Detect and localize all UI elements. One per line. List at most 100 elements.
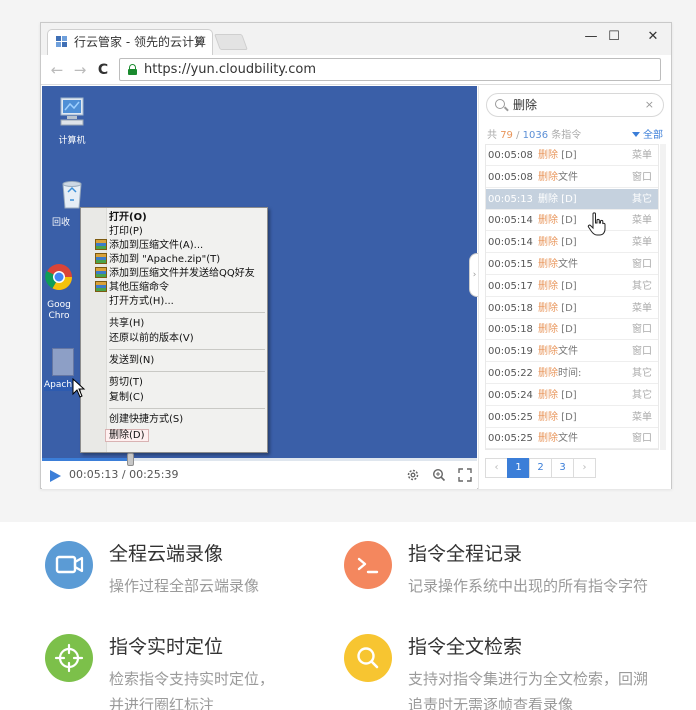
- result-scrollbar[interactable]: [660, 144, 666, 450]
- result-command-rest: [D]: [558, 237, 577, 249]
- result-row[interactable]: 00:05:18 删除 [D] 菜单: [486, 298, 658, 319]
- result-command: 删除 [D]: [538, 407, 577, 428]
- feature-icon-circle: [45, 634, 93, 682]
- terminal-icon: [357, 557, 379, 574]
- result-row[interactable]: 00:05:25 删除 [D] 菜单: [486, 407, 658, 428]
- result-row[interactable]: 00:05:24 删除 [D] 其它: [486, 385, 658, 406]
- result-time: 00:05:17: [488, 280, 533, 292]
- result-row[interactable]: 00:05:22 删除时间: 其它: [486, 363, 658, 384]
- search-input[interactable]: 删除 ×: [486, 93, 664, 117]
- page-button-3[interactable]: 3: [551, 458, 574, 478]
- menu-separator: [109, 371, 265, 372]
- back-button[interactable]: ←: [47, 60, 67, 80]
- desktop-icon-computer[interactable]: 计算机: [46, 96, 98, 147]
- computer-icon: [60, 97, 84, 126]
- menu-item-copy[interactable]: 复制(C): [109, 391, 144, 405]
- play-icon[interactable]: [50, 470, 61, 482]
- zoom-icon[interactable]: [432, 468, 446, 482]
- result-command: 删除 [D]: [538, 189, 577, 210]
- result-row[interactable]: 00:05:08 删除 [D] 菜单: [486, 145, 658, 166]
- winrar-icon: [95, 267, 107, 278]
- progress-track[interactable]: [42, 453, 477, 466]
- filter-dropdown[interactable]: 全部: [632, 126, 663, 141]
- result-keyword: 删除: [538, 259, 558, 270]
- result-category: 其它: [632, 193, 652, 205]
- forward-button[interactable]: →: [70, 60, 90, 80]
- result-keyword: 删除: [538, 193, 558, 205]
- result-row[interactable]: 00:05:13 删除 [D] 其它: [486, 188, 658, 210]
- page-button-1[interactable]: 1: [507, 458, 530, 478]
- close-button[interactable]: ✕: [635, 25, 671, 49]
- search-query: 删除: [513, 98, 538, 112]
- result-command: 删除文件: [538, 167, 578, 188]
- fullscreen-icon[interactable]: [458, 468, 472, 482]
- result-row[interactable]: 00:05:08 删除文件 窗口: [486, 167, 658, 188]
- menu-item-cut[interactable]: 剪切(T): [109, 376, 143, 390]
- result-keyword: 删除: [538, 302, 558, 314]
- page-prev-button[interactable]: ‹: [485, 458, 508, 478]
- reload-button[interactable]: C: [93, 60, 113, 80]
- result-row[interactable]: 00:05:19 删除文件 窗口: [486, 341, 658, 363]
- feature-title: 全程云端录像: [109, 543, 224, 565]
- playback-bar: 00:05:13 / 00:25:39: [42, 453, 477, 489]
- menu-item-add-send-qq[interactable]: 添加到压缩文件并发送给QQ好友: [95, 267, 255, 281]
- feature-title: 指令全程记录: [408, 543, 523, 565]
- result-row[interactable]: 00:05:25 删除文件 窗口: [486, 428, 658, 449]
- result-command: 删除 [D]: [538, 232, 577, 253]
- result-category: 窗口: [632, 324, 652, 336]
- result-keyword: 删除: [538, 389, 558, 401]
- menu-item-open[interactable]: 打开(O): [109, 211, 147, 225]
- result-row[interactable]: 00:05:14 删除 [D] 菜单: [486, 210, 658, 232]
- hand-pointer-icon: [587, 212, 606, 236]
- menu-item-add-zip[interactable]: 添加到 "Apache.zip"(T): [95, 253, 220, 267]
- result-category: 菜单: [632, 215, 652, 227]
- result-command-rest: [D]: [558, 280, 577, 292]
- menu-item-add-archive[interactable]: 添加到压缩文件(A)...: [95, 239, 203, 253]
- desktop-icon-label: Goog Chro: [47, 300, 71, 321]
- menu-item-print[interactable]: 打印(P): [109, 225, 143, 239]
- mouse-pointer-icon: [72, 378, 86, 398]
- search-icon: [495, 99, 505, 109]
- result-keyword: 删除: [538, 215, 558, 227]
- feature-description: 操作过程全部云端录像: [109, 577, 260, 595]
- result-time: 00:05:15: [488, 259, 533, 270]
- menu-separator: [109, 349, 265, 350]
- crosshair-icon: [54, 643, 84, 673]
- desktop-icon-label: 计算机: [58, 136, 86, 146]
- result-command-rest: [D]: [558, 302, 577, 314]
- result-time: 00:05:18: [488, 324, 533, 336]
- video-icon: [55, 555, 84, 574]
- settings-icon[interactable]: [406, 468, 420, 482]
- filter-icon: [632, 132, 640, 137]
- result-command-rest: 文件: [558, 346, 578, 358]
- result-category: 菜单: [632, 411, 652, 423]
- browser-tab[interactable]: 行云管家 - 领先的云计算 ×: [47, 29, 213, 55]
- menu-item-send-to[interactable]: 发送到(N): [109, 354, 154, 368]
- result-command-rest: [D]: [558, 193, 577, 205]
- desktop-icon-chrome[interactable]: Goog Chro: [42, 262, 76, 322]
- result-row[interactable]: 00:05:15 删除文件 窗口: [486, 254, 658, 275]
- menu-item-open-with[interactable]: 打开方式(H)...: [109, 295, 174, 309]
- menu-item-create-shortcut[interactable]: 创建快捷方式(S): [109, 413, 183, 427]
- menu-item-other-compress[interactable]: 其他压缩命令: [95, 281, 169, 295]
- progress-handle[interactable]: [127, 453, 135, 466]
- recycle-bin-icon: [62, 181, 82, 209]
- menu-item-share[interactable]: 共享(H): [109, 317, 144, 331]
- tab-title: 行云管家 - 领先的云计算: [74, 35, 206, 49]
- url-input[interactable]: https://yun.cloudbility.com: [119, 58, 661, 81]
- page-button-2[interactable]: 2: [529, 458, 552, 478]
- cloudbility-logo-icon: [56, 36, 69, 49]
- page-next-button[interactable]: ›: [573, 458, 596, 478]
- result-row[interactable]: 00:05:17 删除 [D] 其它: [486, 276, 658, 297]
- menu-item-restore[interactable]: 还原以前的版本(V): [109, 332, 194, 346]
- maximize-button[interactable]: ☐: [596, 25, 632, 49]
- new-tab-button[interactable]: [214, 34, 248, 50]
- result-time: 00:05:22: [488, 368, 533, 379]
- menu-item-delete[interactable]: 删除(D): [105, 429, 149, 443]
- result-row[interactable]: 00:05:18 删除 [D] 窗口: [486, 319, 658, 341]
- result-row[interactable]: 00:05:14 删除 [D] 菜单: [486, 232, 658, 254]
- result-command: 删除文件: [538, 254, 578, 275]
- result-keyword: 删除: [538, 324, 558, 336]
- clear-search-icon[interactable]: ×: [645, 94, 654, 116]
- tab-close-icon[interactable]: ×: [194, 30, 204, 54]
